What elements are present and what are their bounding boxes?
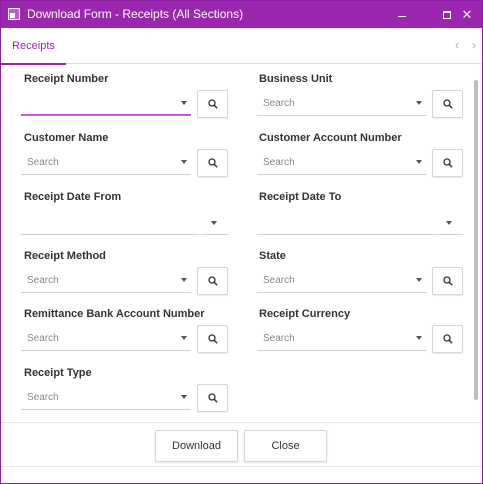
search-icon [443, 334, 453, 344]
chevron-down-icon [211, 221, 217, 225]
receipt-date-to-input[interactable] [257, 234, 435, 235]
minimize-icon [398, 16, 406, 17]
customer-account-number-search-button[interactable] [432, 149, 463, 177]
customer-account-number-placeholder: Search [263, 157, 295, 168]
search-icon [443, 276, 453, 286]
search-icon [208, 158, 218, 168]
remittance-bank-account-number-label: Remittance Bank Account Number [24, 308, 205, 320]
receipt-currency-search-button[interactable] [432, 325, 463, 353]
receipt-currency-label: Receipt Currency [259, 308, 351, 320]
remittance-bank-account-number-placeholder: Search [27, 333, 59, 344]
chevron-down-icon[interactable] [416, 101, 422, 105]
chevron-down-icon[interactable] [181, 101, 187, 105]
minimize-button[interactable] [387, 1, 417, 28]
form-footer: Download Close [1, 422, 482, 483]
receipt-method-placeholder: Search [27, 275, 59, 286]
receipt-type-label: Receipt Type [24, 367, 92, 379]
form-scrollbar[interactable] [473, 66, 481, 421]
business-unit-search-button[interactable] [432, 90, 463, 118]
business-unit-label: Business Unit [259, 73, 333, 85]
download-button[interactable]: Download [155, 430, 238, 462]
footer-divider [1, 466, 482, 467]
receipt-currency-placeholder: Search [263, 333, 295, 344]
search-icon [208, 334, 218, 344]
remittance-bank-account-number-input[interactable]: Search [21, 327, 191, 351]
receipt-method-label: Receipt Method [24, 250, 106, 262]
app-icon [8, 8, 20, 20]
chevron-down-icon[interactable] [416, 336, 422, 340]
customer-name-input[interactable]: Search [21, 151, 191, 175]
scrollbar-thumb[interactable] [474, 80, 478, 400]
search-icon [208, 393, 218, 403]
window-title: Download Form - Receipts (All Sections) [27, 7, 244, 21]
chevron-down-icon[interactable] [181, 395, 187, 399]
receipt-type-placeholder: Search [27, 392, 59, 403]
business-unit-input[interactable]: Search [257, 92, 426, 116]
receipt-date-to-picker-button[interactable] [436, 211, 463, 235]
chevron-down-icon [446, 221, 452, 225]
receipt-method-input[interactable]: Search [21, 269, 191, 293]
close-window-button[interactable]: ✕ [452, 1, 482, 28]
receipt-date-from-label: Receipt Date From [24, 191, 122, 203]
maximize-icon [443, 10, 451, 19]
tab-receipts[interactable]: Receipts [1, 28, 66, 65]
chevron-right-icon: › [472, 38, 476, 52]
close-button[interactable]: Close [244, 430, 327, 462]
business-unit-placeholder: Search [263, 98, 295, 109]
receipt-date-from-picker-button[interactable] [201, 211, 228, 235]
active-tab-indicator [1, 63, 66, 65]
search-icon [208, 99, 218, 109]
chevron-down-icon[interactable] [181, 278, 187, 282]
customer-name-search-button[interactable] [197, 149, 228, 177]
receipt-type-input[interactable]: Search [21, 386, 191, 410]
customer-name-placeholder: Search [27, 157, 59, 168]
tab-receipts-label: Receipts [12, 40, 55, 52]
receipt-currency-input[interactable]: Search [257, 327, 426, 351]
receipt-type-search-button[interactable] [197, 384, 228, 412]
state-label: State [259, 250, 286, 262]
receipt-date-from-input[interactable] [21, 234, 199, 235]
receipt-number-input[interactable] [21, 92, 191, 116]
receipt-number-search-button[interactable] [197, 90, 228, 118]
tab-next-button[interactable]: › [467, 37, 481, 53]
state-search-button[interactable] [432, 267, 463, 295]
remittance-bank-account-number-search-button[interactable] [197, 325, 228, 353]
tab-prev-button[interactable]: ‹ [450, 37, 464, 53]
form-content: Receipt Number Business Unit Search Cust… [3, 66, 471, 421]
close-icon: ✕ [461, 6, 473, 22]
search-icon [443, 99, 453, 109]
search-icon [443, 158, 453, 168]
chevron-down-icon[interactable] [181, 160, 187, 164]
chevron-down-icon[interactable] [416, 278, 422, 282]
search-icon [208, 276, 218, 286]
state-placeholder: Search [263, 275, 295, 286]
customer-account-number-input[interactable]: Search [257, 151, 426, 175]
download-form-window: Download Form - Receipts (All Sections) … [0, 0, 483, 484]
chevron-left-icon: ‹ [455, 38, 459, 52]
chevron-down-icon[interactable] [416, 160, 422, 164]
customer-name-label: Customer Name [24, 132, 109, 144]
receipt-method-search-button[interactable] [197, 267, 228, 295]
tab-bar: Receipts ‹ › [1, 28, 482, 65]
state-input[interactable]: Search [257, 269, 426, 293]
customer-account-number-label: Customer Account Number [259, 132, 402, 144]
title-bar[interactable]: Download Form - Receipts (All Sections) … [1, 1, 482, 28]
receipt-date-to-label: Receipt Date To [259, 191, 342, 203]
chevron-down-icon[interactable] [181, 336, 187, 340]
receipt-number-label: Receipt Number [24, 73, 109, 85]
